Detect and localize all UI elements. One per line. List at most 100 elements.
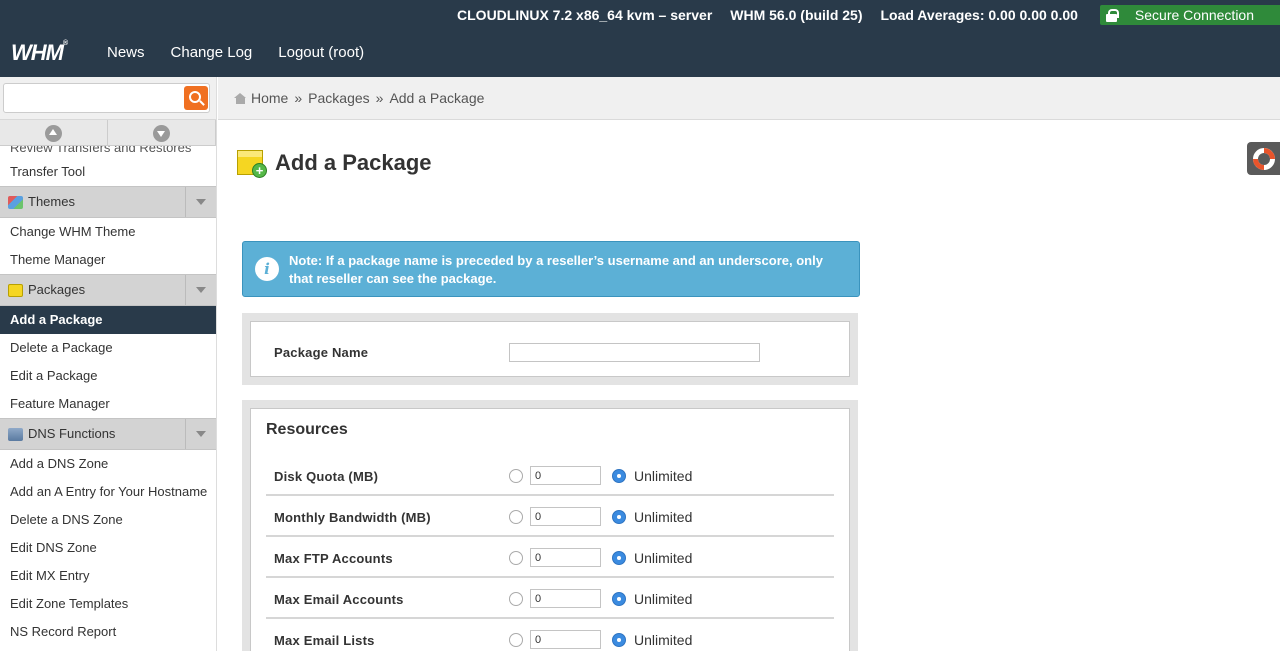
sidebar: Review Transfers and Restores Transfer T… (0, 77, 217, 651)
logo-text: WHM (11, 40, 64, 65)
sidebar-item-delete-package[interactable]: Delete a Package (0, 334, 216, 362)
chevron-down-icon[interactable] (185, 275, 216, 305)
custom-value-radio[interactable] (509, 551, 523, 565)
secure-connection-label: Secure Connection (1134, 7, 1254, 23)
add-package-icon: + (236, 147, 267, 178)
scroll-down-icon (153, 124, 170, 142)
sidebar-group-label: Themes (28, 194, 75, 209)
unlimited-radio[interactable] (612, 551, 626, 565)
info-icon: i (255, 257, 279, 281)
note-text: Note: If a package name is preceded by a… (289, 253, 823, 286)
resource-label: Max Email Lists (274, 633, 375, 648)
breadcrumb-packages[interactable]: Packages (308, 90, 369, 106)
scroll-up-icon (45, 124, 62, 142)
changelog-link[interactable]: Change Log (171, 44, 253, 61)
sidebar-item-add-package[interactable]: Add a Package (0, 306, 216, 334)
sidebar-item-add-dns-zone[interactable]: Add a DNS Zone (0, 450, 216, 478)
unlimited-label: Unlimited (634, 550, 693, 566)
sidebar-group-label: DNS Functions (28, 426, 116, 441)
server-info: CLOUDLINUX 7.2 x86_64 kvm – server (457, 7, 713, 23)
resources-title: Resources (266, 421, 348, 438)
resources-panel: Resources Disk Quota (MB) Unlimited Mont… (242, 400, 858, 651)
unlimited-radio[interactable] (612, 633, 626, 647)
search-button[interactable] (184, 86, 208, 110)
sidebar-item-edit-mx-entry[interactable]: Edit MX Entry (0, 562, 216, 590)
sidebar-item-edit-package[interactable]: Edit a Package (0, 362, 216, 390)
resource-row-disk-quota: Disk Quota (MB) Unlimited (266, 455, 834, 496)
breadcrumb-home[interactable]: Home (251, 90, 288, 106)
package-name-label: Package Name (274, 345, 369, 360)
sidebar-item-add-a-entry[interactable]: Add an A Entry for Your Hostname (0, 478, 216, 506)
sidebar-group-dns[interactable]: DNS Functions (0, 418, 216, 450)
system-info: CLOUDLINUX 7.2 x86_64 kvm – server WHM 5… (457, 5, 1280, 25)
sidebar-nav: Review Transfers and Restores Transfer T… (0, 146, 216, 646)
resource-value-input[interactable] (530, 507, 601, 526)
sidebar-item-review-transfers[interactable]: Review Transfers and Restores (0, 146, 216, 158)
chevron-down-icon[interactable] (185, 187, 216, 217)
help-icon (1252, 147, 1275, 170)
help-button[interactable] (1247, 142, 1280, 175)
sidebar-item-delete-dns-zone[interactable]: Delete a DNS Zone (0, 506, 216, 534)
resource-label: Max Email Accounts (274, 592, 404, 607)
custom-value-radio[interactable] (509, 510, 523, 524)
unlimited-label: Unlimited (634, 632, 693, 648)
themes-icon (8, 195, 23, 209)
resource-value-input[interactable] (530, 466, 601, 485)
resource-label: Monthly Bandwidth (MB) (274, 510, 431, 525)
resource-row-max-email-lists: Max Email Lists Unlimited (266, 619, 834, 651)
home-icon[interactable] (234, 92, 247, 104)
sidebar-item-transfer-tool[interactable]: Transfer Tool (0, 158, 216, 186)
unlimited-label: Unlimited (634, 509, 693, 525)
resource-value-input[interactable] (530, 630, 601, 649)
custom-value-radio[interactable] (509, 633, 523, 647)
sidebar-item-change-whm-theme[interactable]: Change WHM Theme (0, 218, 216, 246)
resource-row-max-email-accounts: Max Email Accounts Unlimited (266, 578, 834, 619)
sidebar-item-edit-zone-templates[interactable]: Edit Zone Templates (0, 590, 216, 618)
scroll-down-button[interactable] (108, 120, 216, 146)
unlimited-label: Unlimited (634, 591, 693, 607)
custom-value-radio[interactable] (509, 592, 523, 606)
sidebar-item-ns-record-report[interactable]: NS Record Report (0, 618, 216, 646)
resource-row-max-ftp: Max FTP Accounts Unlimited (266, 537, 834, 578)
unlimited-radio[interactable] (612, 592, 626, 606)
news-link[interactable]: News (107, 44, 145, 61)
resource-label: Disk Quota (MB) (274, 469, 379, 484)
sidebar-group-label: Packages (28, 282, 86, 297)
sidebar-group-packages[interactable]: Packages (0, 274, 216, 306)
sidebar-scroller (0, 120, 216, 146)
unlimited-label: Unlimited (634, 468, 693, 484)
unlimited-radio[interactable] (612, 469, 626, 483)
sidebar-item-edit-dns-zone[interactable]: Edit DNS Zone (0, 534, 216, 562)
package-name-input[interactable] (509, 343, 760, 362)
dns-icon (8, 427, 23, 441)
resource-row-monthly-bandwidth: Monthly Bandwidth (MB) Unlimited (266, 496, 834, 537)
load-averages: Load Averages: 0.00 0.00 0.00 (880, 7, 1078, 23)
packages-icon (8, 283, 23, 297)
logout-link[interactable]: Logout (root) (278, 44, 364, 61)
whm-logo[interactable]: WHM® (11, 40, 68, 66)
sidebar-search (0, 77, 216, 120)
lock-icon (1105, 8, 1119, 22)
unlimited-radio[interactable] (612, 510, 626, 524)
package-name-panel: Package Name (242, 313, 858, 385)
chevron-down-icon[interactable] (185, 419, 216, 449)
scroll-up-button[interactable] (0, 120, 108, 146)
top-nav: News Change Log Logout (root) (107, 44, 390, 61)
resource-value-input[interactable] (530, 589, 601, 608)
secure-connection-badge[interactable]: Secure Connection (1099, 5, 1280, 25)
sidebar-group-themes[interactable]: Themes (0, 186, 216, 218)
search-input[interactable] (3, 83, 210, 113)
custom-value-radio[interactable] (509, 469, 523, 483)
sidebar-item-theme-manager[interactable]: Theme Manager (0, 246, 216, 274)
page-title: Add a Package (275, 149, 432, 175)
main-content: + Add a Package i Note: If a package nam… (218, 121, 1280, 651)
resource-value-input[interactable] (530, 548, 601, 567)
page-header: + Add a Package (236, 147, 432, 178)
breadcrumb-separator: » (294, 90, 303, 106)
sidebar-item-feature-manager[interactable]: Feature Manager (0, 390, 216, 418)
whm-version: WHM 56.0 (build 25) (730, 7, 863, 23)
search-icon (189, 91, 201, 103)
breadcrumb-current: Add a Package (389, 90, 485, 106)
resource-label: Max FTP Accounts (274, 551, 393, 566)
info-note: i Note: If a package name is preceded by… (242, 241, 860, 297)
